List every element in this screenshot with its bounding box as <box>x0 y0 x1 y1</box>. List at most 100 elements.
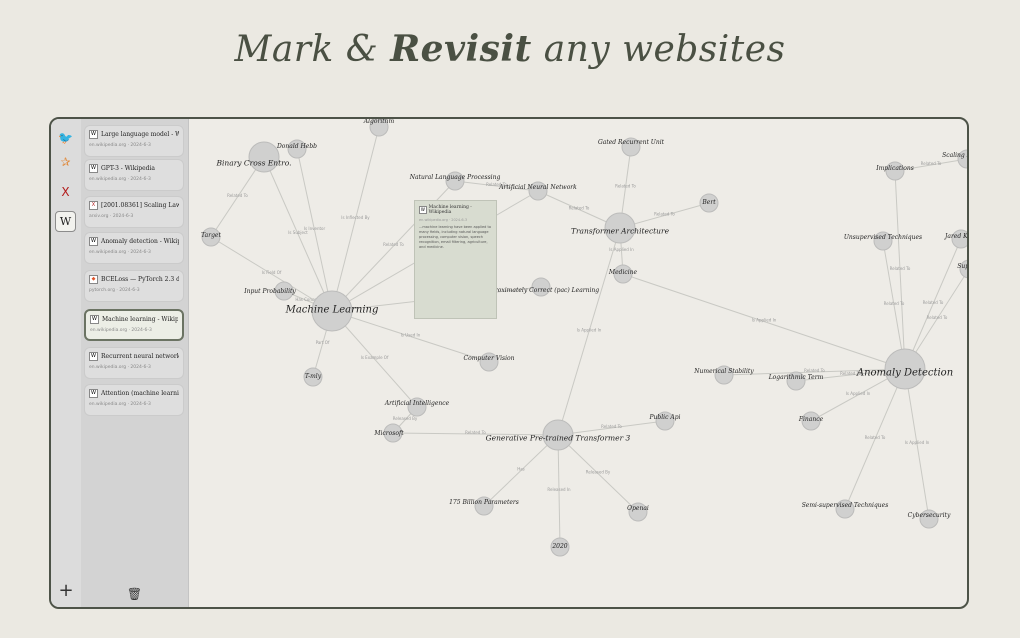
node-label: Semi-supervised Techniques <box>802 502 889 509</box>
headline-part2: any websites <box>531 29 786 70</box>
bookmark-title: [2001.08361] Scaling Laws for Neu <box>101 202 179 209</box>
bookmark-card[interactable]: ◆BCELoss — PyTorch 2.3 documen pytorch.or… <box>84 270 184 302</box>
preview-body: ...machine learning have been applied to… <box>419 225 491 249</box>
page-preview[interactable]: W Machine learning - Wikipedia en.wikipe… <box>414 200 497 319</box>
node-label: 175 Billion Parameters <box>449 499 519 506</box>
node-label: Numerical Stability <box>693 368 754 375</box>
favicon-icon: W <box>89 352 98 361</box>
icon-rail: 🐦 ✰ X W + <box>51 119 82 607</box>
edge-label: Is Used In <box>401 333 421 338</box>
node-label: Target <box>201 232 221 239</box>
edge-label: Released By <box>393 416 418 421</box>
bookmark-title: BCELoss — PyTorch 2.3 documen <box>101 276 179 283</box>
favicon-icon: W <box>89 164 98 173</box>
edge-label: Is Inventor <box>304 226 326 231</box>
node-label: T-mly <box>305 373 322 380</box>
bookmark-title: Attention (machine learning) - Wiki <box>101 390 179 397</box>
edge-label: Related To <box>890 266 911 271</box>
node-label: Public Api <box>649 414 681 421</box>
edge-label: Related To <box>884 301 905 306</box>
node-label: Algorithm <box>363 119 395 125</box>
node-label: Openai <box>627 505 649 512</box>
edge-label: Part Of <box>316 340 330 345</box>
edge-label: Is Applied In <box>577 328 602 333</box>
bookmark-card[interactable]: W GPT-3 - Wikipedia en.wikipedia.org · 202… <box>84 159 184 191</box>
wikipedia-icon: W <box>419 206 427 214</box>
bird-icon[interactable]: 🐦 <box>55 127 76 148</box>
node-label: Finance <box>798 416 824 423</box>
node-label: Unsupervised Techniques <box>844 234 922 241</box>
bookmark-meta: en.wikipedia.org · 2024-6-3 <box>89 365 151 370</box>
bookmark-card[interactable]: WMachine learning - Wikipedia en.wikipedi… <box>84 309 184 341</box>
node-label: Medicine <box>608 269 638 276</box>
bookmark-card[interactable]: X[2001.08361] Scaling Laws for Neu arxiv.… <box>84 196 184 228</box>
edge-label: Is Applied In <box>609 247 634 252</box>
edge-label: Related To <box>601 424 622 429</box>
edge-label: Related To <box>227 193 248 198</box>
node-label: Approximately Correct (pac) Learning <box>482 287 599 294</box>
edge-label: Is Inflected By <box>341 215 370 220</box>
node-label: Machine Learning <box>285 304 379 315</box>
preview-meta: en.wikipedia.org · 2024-6-3 <box>419 218 468 222</box>
bookmark-card[interactable]: WAnomaly detection - Wikipedia en.wikiped… <box>84 232 184 264</box>
edge-label: Is Example Of <box>361 355 389 360</box>
node-label: Anomaly Detection <box>856 367 953 378</box>
app-window: 🐦✰XW + WLarge language model - Wikipedia… <box>49 117 969 609</box>
node-label: Microsoft <box>373 430 404 437</box>
node-label: Input Probability <box>243 288 296 295</box>
edge-label: Is Field Of <box>262 270 282 275</box>
node-label: Cybersecurity <box>908 512 951 519</box>
bookmark-meta: en.wikipedia.org · 2024-6-3 <box>89 402 151 407</box>
bookmark-meta: en.wikipedia.org · 2024-6-3 <box>89 177 151 182</box>
favicon-icon: ◆ <box>89 275 98 284</box>
trash-icon[interactable]: 🗑 <box>81 587 188 601</box>
bookmark-card[interactable]: WLarge language model - Wikipedia en.wiki… <box>84 125 184 157</box>
bookmark-meta: en.wikipedia.org · 2024-6-3 <box>89 250 151 255</box>
favicon-icon: W <box>89 237 98 246</box>
node-label: Gated Recurrent Unit <box>598 139 665 146</box>
preview-title: Machine learning - Wikipedia <box>428 205 472 215</box>
graph-node-bce[interactable] <box>248 141 280 173</box>
node-label: Supervi <box>957 263 969 270</box>
edge-label: Related To <box>383 242 404 247</box>
node-label: Artificial Neural Network <box>498 184 577 191</box>
edge-label: Related To <box>865 435 886 440</box>
bookmark-title: Recurrent neural network - Wikipedi <box>101 353 179 360</box>
edge-label: Is Applied In <box>846 391 871 396</box>
headline-bold: Revisit <box>390 28 532 70</box>
bookmark-card[interactable]: WRecurrent neural network - Wikipedi en.w… <box>84 347 184 379</box>
headline-part1: Mark & <box>234 29 391 70</box>
bookmark-title: GPT-3 - Wikipedia <box>101 165 156 172</box>
node-label: Donald Hebb <box>276 143 317 150</box>
node-label: Implications <box>875 165 914 172</box>
bookmark-meta: arxiv.org · 2024-6-3 <box>89 214 134 219</box>
bookmark-card[interactable]: WAttention (machine learning) - Wiki en.w… <box>84 384 184 416</box>
graph-canvas[interactable]: Is SubjectIs InventorIs Inflected ByRela… <box>189 119 969 609</box>
bookmark-meta: en.wikipedia.org · 2024-6-3 <box>89 143 151 148</box>
knowledge-graph[interactable]: Is Subject Is Inventor Is Inflected By Rela… <box>189 119 969 609</box>
node-label: 2020 <box>551 543 567 550</box>
wikipedia-icon[interactable]: W <box>55 211 76 232</box>
node-label: Binary Cross Entro. <box>215 159 291 168</box>
arxiv-icon[interactable]: X <box>55 181 76 202</box>
node-label: Transformer Architecture <box>571 227 670 236</box>
node-label: Scaling Laws Fo <box>942 152 969 159</box>
favicon-icon: X <box>89 201 98 210</box>
edge-label: Related To <box>921 161 942 166</box>
edge-label: Related To <box>465 430 486 435</box>
node-label: Natural Language Processing <box>409 174 501 181</box>
brand-mark-icon[interactable]: ✰ <box>55 151 76 172</box>
edge-label: Related To <box>615 184 636 189</box>
favicon-icon: W <box>89 130 98 139</box>
add-icon[interactable]: + <box>51 580 81 601</box>
edge-label: Related To <box>569 206 590 211</box>
favicon-icon: W <box>89 389 98 398</box>
edge-label: Is Applied In <box>752 318 777 323</box>
favicon-icon: W <box>90 315 99 324</box>
edge-label: Related To <box>654 212 675 217</box>
bookmark-title: Anomaly detection - Wikipedia <box>101 238 179 245</box>
edge-label: Has <box>517 467 525 472</box>
edge-label: Related To <box>927 315 948 320</box>
headline: Mark & Revisit any websites <box>0 28 1020 70</box>
edge-label: Released By <box>586 470 611 475</box>
